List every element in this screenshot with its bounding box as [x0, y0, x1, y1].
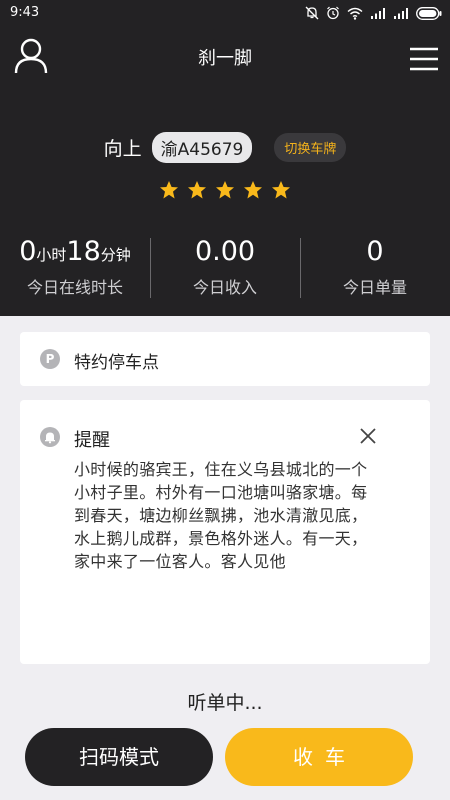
parking-icon: P	[40, 349, 60, 369]
reminder-card: 提醒 小时候的骆宾王，住在义乌县城北的一个小村子里。村外有一口池塘叫骆家塘。每到…	[20, 400, 430, 664]
online-time-stat: 0小时18分钟 今日在线时长	[0, 236, 150, 298]
special-parking-label: 特约停车点	[74, 353, 159, 373]
listening-status: 听单中...	[187, 692, 263, 714]
orders-label: 今日单量	[342, 278, 407, 297]
status-bar: 9:43	[0, 0, 450, 26]
star-icon	[188, 181, 206, 199]
orders-value: 0	[366, 236, 384, 267]
hours-unit: 小时	[36, 246, 67, 264]
rating-stars	[0, 180, 450, 200]
star-icon	[216, 181, 234, 199]
special-parking-card[interactable]: P 特约停车点	[20, 332, 430, 386]
star-icon	[272, 181, 290, 199]
mute-bell-icon	[305, 6, 319, 20]
reminder-message: 小时候的骆宾王，住在义乌县城北的一个小村子里。村外有一口池塘叫骆家塘。每到春天，…	[74, 460, 368, 571]
menu-icon[interactable]	[410, 47, 438, 71]
close-icon[interactable]	[360, 428, 376, 444]
reminder-title: 提醒	[74, 430, 110, 451]
income-label: 今日收入	[192, 278, 257, 297]
orders-stat: 0 今日单量	[300, 236, 450, 298]
app-title: 刹一脚	[198, 48, 252, 69]
minutes-unit: 分钟	[100, 246, 131, 264]
today-stats: 0小时18分钟 今日在线时长 0.00 今日收入 0 今日单量	[0, 236, 450, 298]
online-hours: 0	[19, 236, 37, 267]
alarm-icon	[327, 6, 339, 20]
status-time: 9:43	[10, 5, 40, 20]
income-stat: 0.00 今日收入	[150, 236, 300, 298]
scan-mode-button[interactable]: 扫码模式	[25, 728, 213, 786]
driver-name: 向上	[103, 138, 142, 160]
bell-icon	[40, 427, 60, 447]
star-icon	[160, 181, 178, 199]
online-time-label: 今日在线时长	[26, 278, 123, 297]
license-plate-badge: 渝A45679	[151, 132, 253, 163]
driver-header: 刹一脚 向上 渝A45679 切换车牌 0小时18分钟 今日在线时长 0.00 …	[0, 26, 450, 316]
online-minutes: 18	[66, 236, 101, 267]
battery-icon	[416, 6, 442, 20]
income-value: 0.00	[194, 236, 256, 267]
top-nav: 刹一脚	[0, 26, 450, 90]
wifi-icon	[347, 7, 363, 20]
status-icons	[305, 4, 442, 22]
signal-icon	[371, 8, 385, 19]
online-time-value: 0小时18分钟	[0, 236, 150, 270]
star-icon	[244, 181, 262, 199]
end-shift-button[interactable]: 收车	[225, 728, 413, 786]
signal-icon-2	[394, 8, 408, 19]
driver-plate-row: 向上 渝A45679 切换车牌	[0, 132, 450, 163]
switch-plate-button[interactable]: 切换车牌	[274, 133, 347, 162]
